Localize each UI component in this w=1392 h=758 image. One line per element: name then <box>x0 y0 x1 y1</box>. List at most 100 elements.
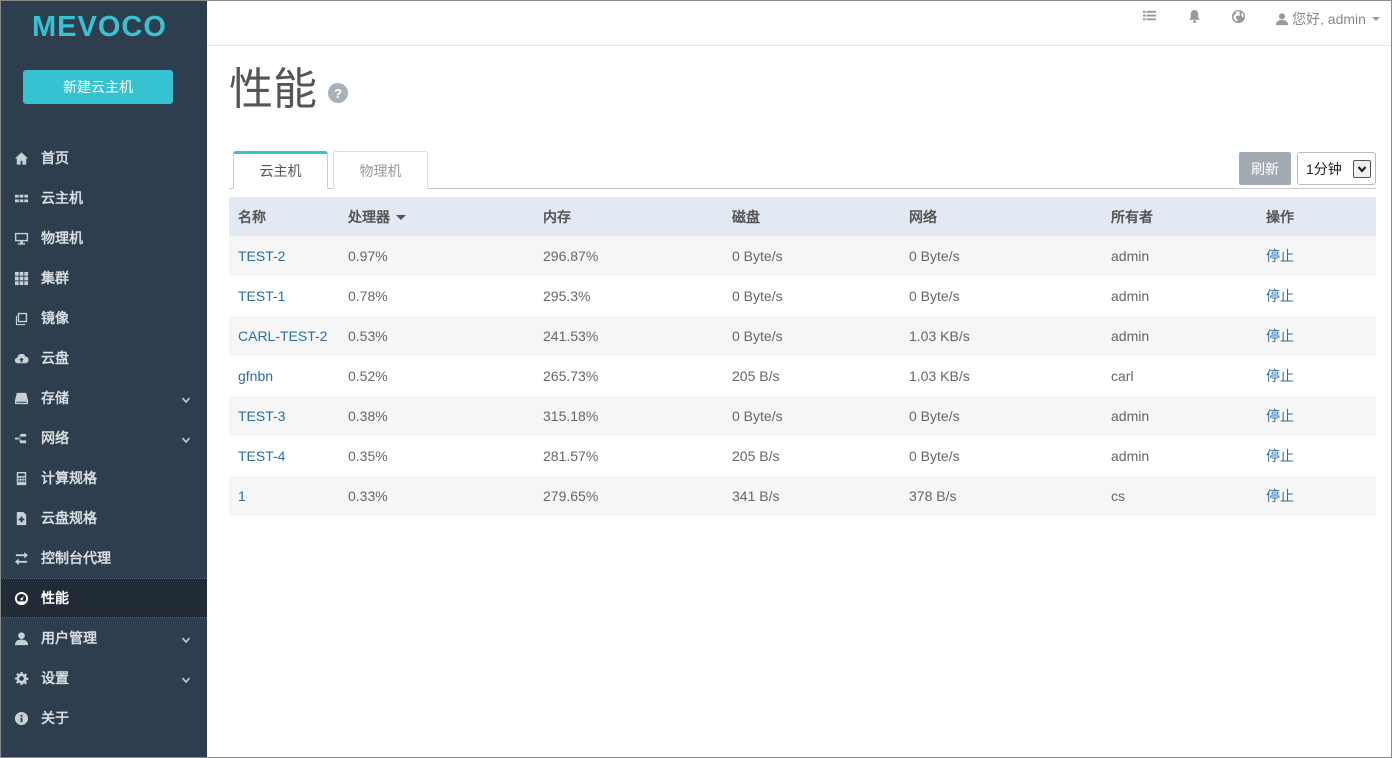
cell-disk: 0 Byte/s <box>723 316 900 356</box>
cell-action: 停止 <box>1257 356 1376 396</box>
sidebar-item-label: 云盘规格 <box>41 510 97 526</box>
cell-owner: cs <box>1102 476 1257 516</box>
cell-network: 0 Byte/s <box>900 276 1102 316</box>
stop-button[interactable]: 停止 <box>1266 248 1294 264</box>
cell-cpu: 0.38% <box>339 396 534 436</box>
performance-table: 名称 处理器 内存 磁盘 网络 所有者 操作 TEST-2 0.97% 296.87… <box>229 197 1376 516</box>
stop-button[interactable]: 停止 <box>1266 368 1294 384</box>
page-title: 性能 <box>229 65 317 114</box>
cell-cpu: 0.35% <box>339 436 534 476</box>
sidebar-item-label: 关于 <box>41 710 69 726</box>
user-menu[interactable]: 您好, admin <box>1275 9 1380 29</box>
sidebar-item-label: 云盘 <box>41 350 69 366</box>
tab-vm[interactable]: 云主机 <box>233 151 328 189</box>
chevron-down-icon <box>1353 160 1371 178</box>
sidebar-item-disk-offering[interactable]: 云盘规格 <box>0 498 207 538</box>
table-row: TEST-3 0.38% 315.18% 0 Byte/s 0 Byte/s admin 停… <box>229 396 1376 436</box>
cell-action: 停止 <box>1257 316 1376 356</box>
sidebar-item-dashboard[interactable]: 性能 <box>0 578 207 618</box>
list-icon[interactable] <box>1142 9 1158 25</box>
cell-disk: 205 B/s <box>723 356 900 396</box>
stop-button[interactable]: 停止 <box>1266 288 1294 304</box>
column-header-action: 操作 <box>1257 197 1376 236</box>
help-icon[interactable]: ? <box>328 83 348 103</box>
sidebar-nav: 首页云主机物理机 集群 镜像云盘存储网络计算规格云盘规格控制台代理 性能用户管理设置关… <box>0 138 207 738</box>
sidebar-item-calculator[interactable]: 计算规格 <box>0 458 207 498</box>
stop-button[interactable]: 停止 <box>1266 448 1294 464</box>
sidebar-item-monitor[interactable]: 物理机 <box>0 218 207 258</box>
column-header-disk[interactable]: 磁盘 <box>723 197 900 236</box>
column-header-owner[interactable]: 所有者 <box>1102 197 1257 236</box>
sidebar-item-label: 首页 <box>41 150 69 166</box>
table-row: TEST-2 0.97% 296.87% 0 Byte/s 0 Byte/s admin 停… <box>229 236 1376 276</box>
sidebar-item-label: 网络 <box>41 430 69 446</box>
sidebar-item-label: 云主机 <box>41 190 83 206</box>
vm-name-link[interactable]: 1 <box>238 488 246 504</box>
chevron-down-icon <box>181 632 191 644</box>
cell-name: 1 <box>229 476 339 516</box>
stop-button[interactable]: 停止 <box>1266 408 1294 424</box>
cell-owner: admin <box>1102 276 1257 316</box>
chevron-down-icon <box>1371 17 1380 21</box>
sidebar-item-label: 存储 <box>41 390 69 406</box>
bell-icon[interactable] <box>1187 9 1203 25</box>
sidebar-item-network[interactable]: 网络 <box>0 418 207 458</box>
vm-name-link[interactable]: TEST-4 <box>238 448 285 464</box>
vm-name-link[interactable]: TEST-3 <box>238 408 285 424</box>
cell-memory: 315.18% <box>534 396 723 436</box>
sidebar-item-storage[interactable]: 存储 <box>0 378 207 418</box>
brand-logo[interactable]: MEVOCO <box>32 10 172 44</box>
vm-name-link[interactable]: TEST-1 <box>238 288 285 304</box>
sidebar-item-cluster[interactable]: 集群 <box>0 258 207 298</box>
column-header-memory[interactable]: 内存 <box>534 197 723 236</box>
cluster-icon <box>13 270 29 286</box>
storage-icon <box>13 390 29 406</box>
cell-owner: admin <box>1102 316 1257 356</box>
sidebar-item-swap[interactable]: 控制台代理 <box>0 538 207 578</box>
user-greeting: 您好, admin <box>1292 11 1366 27</box>
table-row: 1 0.33% 279.65% 341 B/s 378 B/s cs 停止 <box>229 476 1376 516</box>
sidebar-item-label: 设置 <box>41 670 69 686</box>
swap-icon <box>13 550 29 566</box>
cell-memory: 279.65% <box>534 476 723 516</box>
column-header-network[interactable]: 网络 <box>900 197 1102 236</box>
cell-disk: 205 B/s <box>723 436 900 476</box>
cell-disk: 0 Byte/s <box>723 236 900 276</box>
vm-name-link[interactable]: CARL-TEST-2 <box>238 328 327 344</box>
cell-cpu: 0.78% <box>339 276 534 316</box>
sidebar-item-grid[interactable]: 云主机 <box>0 178 207 218</box>
cell-action: 停止 <box>1257 476 1376 516</box>
interval-select[interactable]: 1分钟 <box>1297 152 1376 185</box>
sidebar-item-gear[interactable]: 设置 <box>0 658 207 698</box>
new-vm-button[interactable]: 新建云主机 <box>23 70 173 104</box>
chevron-down-icon <box>181 672 191 684</box>
tab-host[interactable]: 物理机 <box>333 151 428 189</box>
refresh-button[interactable]: 刷新 <box>1239 152 1291 185</box>
table-header-row: 名称 处理器 内存 磁盘 网络 所有者 操作 <box>229 197 1376 236</box>
cell-memory: 265.73% <box>534 356 723 396</box>
sidebar-item-cloud[interactable]: 云盘 <box>0 338 207 378</box>
vm-name-link[interactable]: gfnbn <box>238 368 273 384</box>
cell-cpu: 0.53% <box>339 316 534 356</box>
globe-icon[interactable] <box>1231 9 1247 25</box>
table-row: CARL-TEST-2 0.53% 241.53% 0 Byte/s 1.03 KB/s… <box>229 316 1376 356</box>
stop-button[interactable]: 停止 <box>1266 488 1294 504</box>
sidebar: MEVOCO 新建云主机 首页云主机物理机 集群 镜像云盘存储网络计算规格云盘规格控… <box>0 0 207 758</box>
dashboard-icon <box>13 590 29 606</box>
sidebar-item-home[interactable]: 首页 <box>0 138 207 178</box>
cell-name: TEST-3 <box>229 396 339 436</box>
sidebar-item-user[interactable]: 用户管理 <box>0 618 207 658</box>
cell-name: TEST-2 <box>229 236 339 276</box>
stop-button[interactable]: 停止 <box>1266 328 1294 344</box>
column-header-name[interactable]: 名称 <box>229 197 339 236</box>
column-header-cpu[interactable]: 处理器 <box>339 197 534 236</box>
cell-action: 停止 <box>1257 396 1376 436</box>
sidebar-item-label: 用户管理 <box>41 630 97 646</box>
user-icon <box>13 630 29 646</box>
cell-cpu: 0.33% <box>339 476 534 516</box>
top-bar: 您好, admin <box>207 0 1392 46</box>
sidebar-item-info[interactable]: 关于 <box>0 698 207 738</box>
cell-name: TEST-1 <box>229 276 339 316</box>
sidebar-item-image[interactable]: 镜像 <box>0 298 207 338</box>
vm-name-link[interactable]: TEST-2 <box>238 248 285 264</box>
